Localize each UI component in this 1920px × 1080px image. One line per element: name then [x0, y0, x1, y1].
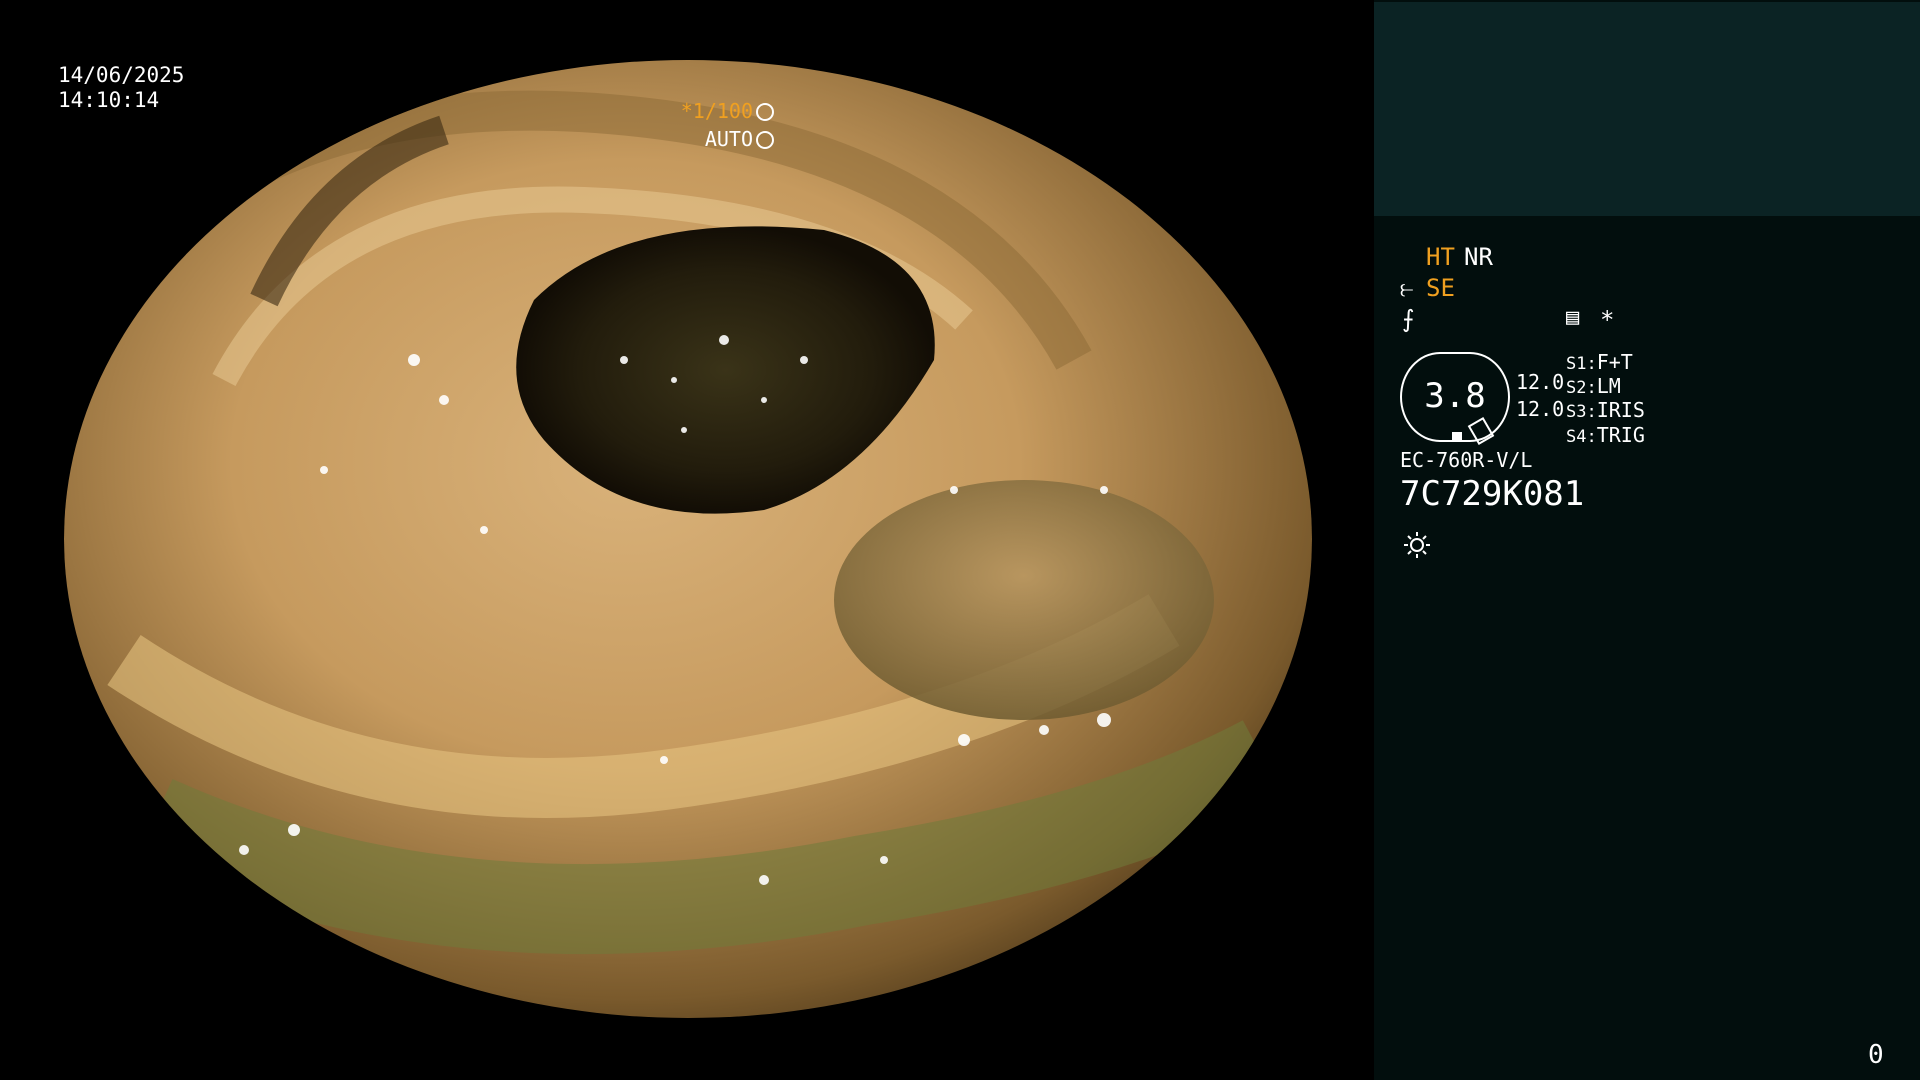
shutter-speed-value: *1/100 [680, 99, 753, 123]
panel-header-area [1374, 2, 1920, 216]
scope-model: EC-760R-V/L [1400, 448, 1533, 472]
aperture-icon [756, 103, 774, 121]
iris-icon [756, 131, 774, 149]
memory-icon: ▤ [1566, 305, 1580, 330]
setting-gauge: 3.8 [1400, 352, 1510, 446]
colon-lumen-illustration [64, 60, 1312, 1018]
gauge-marker [1452, 432, 1462, 440]
switch-s3-value: IRIS [1596, 398, 1645, 422]
switch-s3: S3:IRIS [1566, 398, 1645, 422]
auto-mode-label: AUTO [704, 127, 753, 151]
setting-gauge-value: 3.8 [1424, 376, 1486, 416]
auto-mode: AUTO [705, 127, 774, 152]
scope-serial-number: 7C729K081 [1400, 474, 1585, 514]
value-b: 12.0 [1516, 397, 1565, 421]
frame-counter: 0 [1868, 1040, 1884, 1070]
structure-enhance-icon: ⥼ [1400, 274, 1414, 302]
endoscopic-image [64, 60, 1312, 1018]
switch-s4: S4:TRIG [1566, 423, 1645, 447]
switch-s3-key: S3: [1566, 402, 1597, 422]
switch-s1-value: F+T [1596, 350, 1633, 374]
date-readout: 14/06/2025 [58, 63, 185, 87]
switch-s2-value: LM [1596, 374, 1621, 398]
curve-icon: ⨍ [1402, 305, 1415, 333]
status-panel [1374, 0, 1920, 1080]
switch-s1-key: S1: [1566, 354, 1597, 374]
time-readout: 14:10:14 [58, 88, 160, 112]
switch-s4-value: TRIG [1596, 423, 1645, 447]
light-source-icon [1404, 532, 1430, 558]
switch-s4-key: S4: [1566, 427, 1597, 447]
se-indicator: SE [1426, 274, 1455, 302]
ht-indicator: HT [1426, 243, 1455, 271]
asterisk-indicator: * [1600, 306, 1615, 334]
switch-s2-key: S2: [1566, 378, 1597, 398]
value-a: 12.0 [1516, 370, 1565, 394]
switch-s1: S1:F+T [1566, 350, 1633, 374]
shutter-speed: *1/100 [681, 99, 774, 124]
endoscope-view: 14/06/2025 14:10:14 *1/100 AUTO [0, 0, 1374, 1080]
switch-s2: S2:LM [1566, 374, 1621, 398]
nr-indicator: NR [1464, 243, 1493, 271]
